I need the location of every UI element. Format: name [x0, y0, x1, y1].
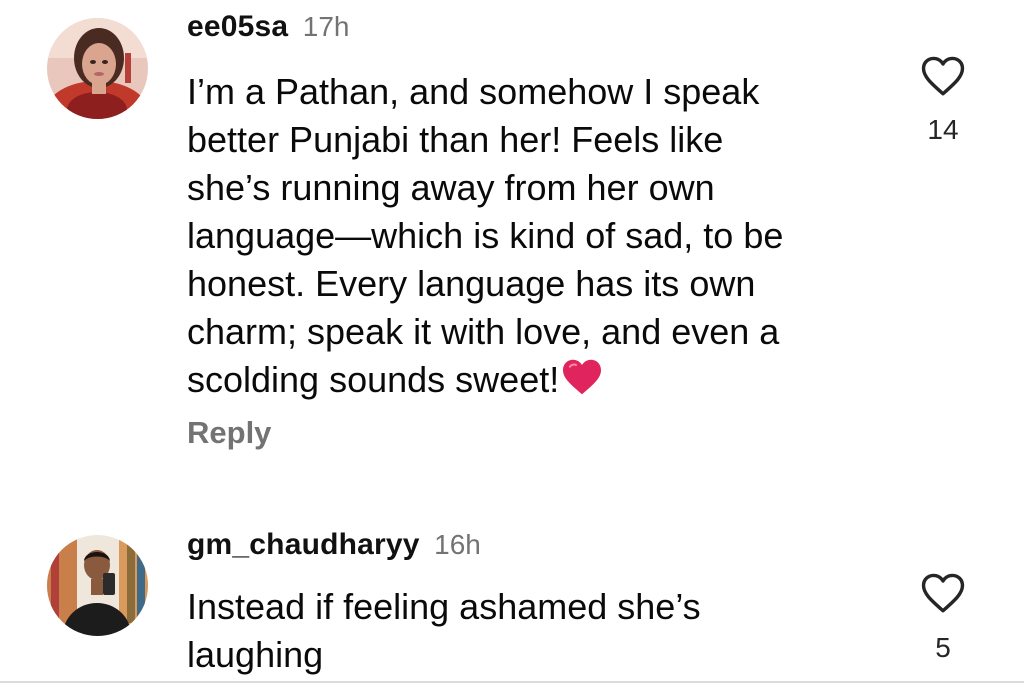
comment-line: honest. Every language has its own — [187, 263, 756, 304]
comment-text: Instead if feeling ashamed she’s laughin… — [187, 583, 887, 679]
divider — [0, 681, 1024, 683]
comment-line: charm; speak it with love, and even a — [187, 311, 780, 352]
comment-line: language—which is kind of sad, to be — [187, 215, 784, 256]
heart-outline-icon[interactable] — [920, 55, 966, 97]
comment-line: Instead if feeling ashamed she’s — [187, 586, 701, 627]
comment-item: ee05sa 17h I’m a Pathan, and somehow I s… — [0, 0, 1024, 480]
timestamp: 17h — [302, 11, 350, 42]
comment-line: she’s running away from her own — [187, 167, 715, 208]
comment-header: ee05sa 17h — [187, 10, 349, 44]
heart-outline-icon[interactable] — [920, 572, 966, 614]
red-heart-emoji-icon — [561, 358, 603, 408]
comment-line: laughing — [187, 634, 324, 675]
comment-item: gm_chaudharyy 16h Instead if feeling ash… — [0, 480, 1024, 685]
comment-line: scolding sounds sweet! — [187, 359, 560, 400]
comment-header: gm_chaudharyy 16h — [187, 528, 481, 562]
username[interactable]: ee05sa — [187, 10, 288, 43]
comment-line: better Punjabi than her! Feels like — [187, 119, 724, 160]
like-count: 14 — [927, 114, 959, 145]
avatar[interactable] — [47, 18, 148, 119]
timestamp: 16h — [434, 529, 481, 560]
reply-button[interactable]: Reply — [187, 415, 271, 451]
comment-line-last: scolding sounds sweet! — [187, 356, 887, 408]
avatar[interactable] — [47, 535, 148, 636]
like-count: 5 — [935, 632, 951, 663]
username[interactable]: gm_chaudharyy — [187, 528, 420, 561]
comment-line: I’m a Pathan, and somehow I speak — [187, 71, 760, 112]
comment-text: I’m a Pathan, and somehow I speak better… — [187, 68, 887, 408]
